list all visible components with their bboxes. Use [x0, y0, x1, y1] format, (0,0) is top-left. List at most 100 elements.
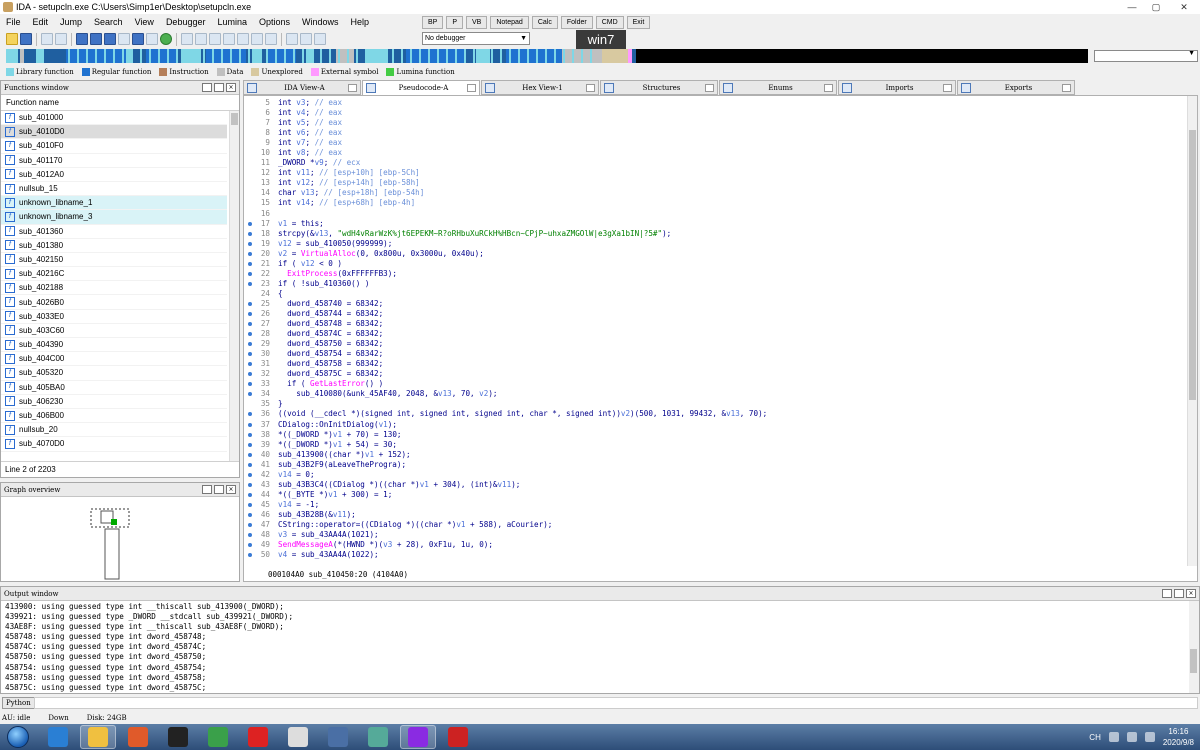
- taskbar-app-red-button[interactable]: [240, 725, 276, 749]
- code-line[interactable]: 15 int v14; // [esp+68h] [ebp-4h]: [244, 198, 1184, 208]
- tab-close-icon[interactable]: [1062, 83, 1071, 92]
- start-button[interactable]: [0, 724, 36, 750]
- minimize-button[interactable]: —: [1120, 0, 1144, 14]
- code-line[interactable]: 5 int v3; // eax: [244, 98, 1184, 108]
- code-line[interactable]: 6 int v4; // eax: [244, 108, 1184, 118]
- code-line[interactable]: 10 int v8; // eax: [244, 148, 1184, 158]
- play-icon[interactable]: [286, 33, 298, 45]
- code-line[interactable]: 40 sub_413900((char *)v1 + 152);: [244, 450, 1184, 460]
- jump-icon[interactable]: [118, 33, 130, 45]
- code-scrollbar[interactable]: [1187, 96, 1197, 566]
- taskbar-app-photo-button[interactable]: [280, 725, 316, 749]
- pseudocode-pane[interactable]: 5 int v3; // eax 6 int v4; // eax 7 int v5; /…: [243, 95, 1198, 582]
- tab-close-icon[interactable]: [824, 83, 833, 92]
- code-line[interactable]: 29 dword_458750 = 68342;: [244, 339, 1184, 349]
- folder-button[interactable]: Folder: [560, 16, 593, 29]
- forward-icon[interactable]: [55, 33, 67, 45]
- function-row[interactable]: f sub_401170: [1, 154, 227, 168]
- tab-enums[interactable]: Enums: [719, 80, 837, 95]
- network-icon[interactable]: [1108, 732, 1119, 742]
- code-line[interactable]: 44 *((_BYTE *)v1 + 300) = 1;: [244, 490, 1184, 500]
- code-line[interactable]: 26 dword_458744 = 68342;: [244, 309, 1184, 319]
- taskbar-ida-button[interactable]: [400, 725, 436, 749]
- code-line[interactable]: 46 sub_43B28B(&v11);: [244, 510, 1184, 520]
- code-line[interactable]: 16: [244, 209, 1184, 219]
- open-icon[interactable]: [6, 33, 18, 45]
- code-line[interactable]: 14 char v13; // [esp+18h] [ebp-54h]: [244, 188, 1184, 198]
- code-line[interactable]: 42 v14 = 0;: [244, 470, 1184, 480]
- code-line[interactable]: 33 if ( GetLastError() ): [244, 379, 1184, 389]
- struct-icon[interactable]: [223, 33, 235, 45]
- function-row[interactable]: f sub_4010D0: [1, 125, 227, 140]
- function-row[interactable]: f nullsub_20: [1, 423, 227, 438]
- function-row[interactable]: f sub_40216C: [1, 267, 227, 282]
- tab-exports[interactable]: Exports: [957, 80, 1075, 95]
- flag-icon[interactable]: [1144, 732, 1155, 742]
- code-line[interactable]: 7 int v5; // eax: [244, 118, 1184, 128]
- close-button[interactable]: ✕: [1168, 0, 1200, 14]
- p-button[interactable]: P: [446, 16, 464, 29]
- cmd-button[interactable]: CMD: [595, 16, 624, 29]
- code-line[interactable]: 28 dword_45874C = 68342;: [244, 329, 1184, 339]
- code-line[interactable]: 20 v2 = VirtualAlloc(0, 0x800u, 0x3000u, …: [244, 249, 1184, 259]
- tab-hex-view-1[interactable]: Hex View-1: [481, 80, 599, 95]
- taskbar-explorer-button[interactable]: [80, 725, 116, 749]
- code-line[interactable]: 22 ExitProcess(0xFFFFFFB3);: [244, 269, 1184, 279]
- function-row[interactable]: f sub_404390: [1, 338, 227, 353]
- code-line[interactable]: 25 dword_458740 = 68342;: [244, 299, 1184, 309]
- code-line[interactable]: 8 int v6; // eax: [244, 128, 1184, 138]
- function-row[interactable]: f sub_4070D0: [1, 437, 227, 452]
- code-line[interactable]: 17 v1 = this;: [244, 219, 1184, 229]
- navigation-combo[interactable]: ▼: [1094, 50, 1198, 62]
- pane-restore-button[interactable]: [214, 83, 224, 92]
- bp-button[interactable]: BP: [422, 16, 444, 29]
- function-row[interactable]: f sub_4012A0: [1, 168, 227, 182]
- code-line[interactable]: 38 *((_DWORD *)v1 + 70) = 130;: [244, 430, 1184, 440]
- taskbar-qq-button[interactable]: [160, 725, 196, 749]
- function-row[interactable]: f unknown_libname_3: [1, 210, 227, 225]
- code-line[interactable]: 9 int v7; // eax: [244, 138, 1184, 148]
- pane-close-button[interactable]: ×: [1186, 589, 1196, 598]
- menu-edit[interactable]: Edit: [27, 17, 55, 27]
- taskbar-media-button[interactable]: [120, 725, 156, 749]
- pane-restore-button[interactable]: [214, 485, 224, 494]
- taskbar-app-tools-button[interactable]: [320, 725, 356, 749]
- menu-lumina[interactable]: Lumina: [211, 17, 253, 27]
- function-row[interactable]: f sub_4026B0: [1, 295, 227, 310]
- binary-search-icon[interactable]: [76, 33, 88, 45]
- pause-icon[interactable]: [300, 33, 312, 45]
- function-row[interactable]: f sub_403C60: [1, 324, 227, 338]
- code-line[interactable]: 23 if ( !sub_410360() ): [244, 279, 1184, 289]
- taskbar-chrome-button[interactable]: [200, 725, 236, 749]
- save-icon[interactable]: [20, 33, 32, 45]
- code-line[interactable]: 18 strcpy(&v13, "wdH4vRarWzK%jt6EPEKM~R?o…: [244, 229, 1184, 239]
- tab-imports[interactable]: Imports: [838, 80, 956, 95]
- function-row[interactable]: f sub_401360: [1, 225, 227, 239]
- tab-structures[interactable]: Structures: [600, 80, 718, 95]
- code-line[interactable]: 11 _DWORD *v9; // ecx: [244, 158, 1184, 168]
- search-next-icon[interactable]: [104, 33, 116, 45]
- code-line[interactable]: 27 dword_458748 = 68342;: [244, 319, 1184, 329]
- function-row[interactable]: f sub_405320: [1, 366, 227, 381]
- function-row[interactable]: f sub_405BA0: [1, 381, 227, 395]
- menu-jump[interactable]: Jump: [54, 17, 88, 27]
- function-row[interactable]: f sub_406B00: [1, 409, 227, 424]
- code-line[interactable]: 45 v14 = -1;: [244, 500, 1184, 510]
- code-line[interactable]: 37 CDialog::OnInitDialog(v1);: [244, 420, 1184, 430]
- taskbar-calc-button[interactable]: [360, 725, 396, 749]
- scroll-thumb[interactable]: [1190, 649, 1197, 673]
- function-row[interactable]: f sub_401000: [1, 111, 227, 126]
- code-line[interactable]: 47 CString::operator=((CDialog *)((char *…: [244, 520, 1184, 530]
- functions-scrollbar[interactable]: [229, 111, 239, 463]
- exit-button[interactable]: Exit: [626, 16, 651, 29]
- volume-icon[interactable]: [1126, 732, 1137, 742]
- code-line[interactable]: 32 dword_45875C = 68342;: [244, 369, 1184, 379]
- menu-options[interactable]: Options: [253, 17, 296, 27]
- function-row[interactable]: f sub_4033E0: [1, 310, 227, 324]
- back-icon[interactable]: [41, 33, 53, 45]
- taskbar-hex-button[interactable]: [440, 725, 476, 749]
- function-row[interactable]: f sub_404C00: [1, 352, 227, 367]
- tab-ida-view-a[interactable]: IDA View-A: [243, 80, 361, 95]
- function-row[interactable]: f sub_401380: [1, 239, 227, 253]
- data-icon[interactable]: [209, 33, 221, 45]
